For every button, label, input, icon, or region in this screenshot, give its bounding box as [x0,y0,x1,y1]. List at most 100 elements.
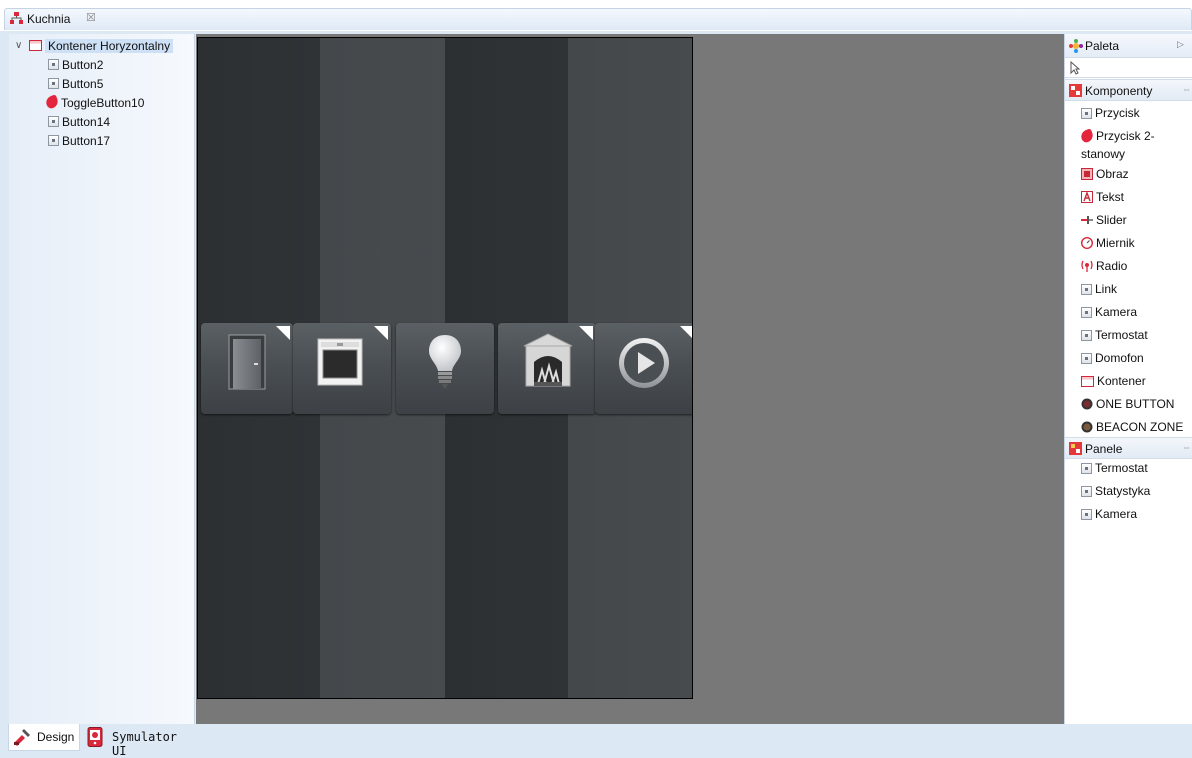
corner-indicator-icon [276,326,290,340]
collapse-arrow-icon[interactable]: ▷ [1177,39,1184,50]
button-icon [1081,108,1092,119]
button-icon [48,78,59,89]
palette-item-label: Radio [1096,259,1128,273]
beacon-icon [1081,398,1093,410]
lightbulb-icon [429,335,461,388]
drawer-toggle-icon[interactable]: ⇔ [1182,84,1191,94]
button-icon [1081,307,1092,318]
tree-item-label: Button14 [62,115,111,129]
palette-item-label: Link [1095,282,1118,296]
button-icon [1081,330,1092,341]
tree-item-togglebutton10[interactable]: ToggleButton10 [44,94,145,112]
palette-item-termostat[interactable]: Termostat [1081,326,1192,344]
palette-item-label: Statystyka [1095,484,1151,498]
tree-item-button2[interactable]: Button2 [48,56,103,74]
text-icon [1081,191,1093,203]
tree-item-button14[interactable]: Button14 [48,113,110,131]
beacon-icon [1081,421,1093,433]
toggle-button-icon [44,94,60,110]
tree-item-button5[interactable]: Button5 [48,75,103,93]
toggle-button-icon [1079,128,1095,144]
tree-item-label: Button2 [62,58,104,72]
device-screen[interactable] [197,37,693,699]
close-icon[interactable]: ☒ [86,11,96,24]
corner-indicator-icon [374,326,388,340]
chevron-down-icon[interactable]: ∨ [15,37,25,55]
image-icon [1081,168,1093,180]
drawer-toggle-icon[interactable]: ⇔ [1182,442,1191,452]
design-canvas[interactable] [196,34,1064,724]
palette-item-link[interactable]: Link [1081,280,1192,298]
tree-item-label: ToggleButton10 [61,96,145,110]
palette-selection-tool[interactable] [1065,58,1192,78]
palette-item-label: Slider [1096,213,1127,227]
palette-header: Paleta ▷ [1065,34,1192,58]
tree-item-label: Button5 [62,77,104,91]
palette-item-label: Kamera [1095,507,1138,521]
button-icon [1081,284,1092,295]
palette-item-beacon-zone[interactable]: BEACON ZONE [1081,418,1192,436]
tab-design[interactable]: Design [8,724,80,751]
palette-title: Paleta [1085,39,1120,53]
tab-label: Symulator UI [112,730,178,758]
tree-item-label: Button17 [62,134,111,148]
palette-item-label: Obraz [1096,167,1129,181]
tile-button14[interactable] [498,323,596,414]
oven-icon [317,338,363,386]
gauge-icon [1081,237,1093,249]
palette-icon [1069,39,1083,53]
palette-item-obraz[interactable]: Obraz [1081,165,1192,183]
tab-label: Design [37,730,75,744]
palette-item-label: Tekst [1096,190,1125,204]
tile-button2[interactable] [201,323,293,414]
container-icon [1081,376,1094,387]
palette-item-miernik[interactable]: Miernik [1081,234,1192,252]
drawer-panele[interactable]: Panele ⇔ [1065,437,1192,459]
palette-item-kamera[interactable]: Kamera [1081,303,1192,321]
drawer-label: Komponenty [1085,84,1153,98]
slider-icon [1081,216,1093,224]
palette-item-one-button[interactable]: ONE BUTTON [1081,395,1192,413]
components-icon [1069,84,1082,97]
palette-item-label: Termostat [1095,328,1148,342]
editor-tab-kuchnia[interactable]: Kuchnia ☒ [4,8,1192,30]
button-icon [1081,486,1092,497]
tile-button17[interactable] [595,323,692,414]
editor-tab-bar: Kuchnia ☒ [0,0,1192,31]
pointer-icon [1070,61,1080,75]
door-icon [228,334,266,390]
palette-item-label: Kontener [1097,374,1146,388]
palette-item-panel-kamera[interactable]: Kamera [1081,505,1192,523]
palette-item-label: Domofon [1095,351,1144,365]
palette-item-przycisk-2-stanowy[interactable]: Przycisk 2-stanowy [1079,127,1181,163]
palette-item-przycisk[interactable]: Przycisk [1081,104,1192,122]
play-icon [619,338,669,388]
palette-item-label: BEACON ZONE [1096,420,1184,434]
tree-item-label: Kontener Horyzontalny [45,39,174,53]
corner-indicator-icon [680,326,692,340]
container-icon [29,40,42,51]
drawer-komponenty[interactable]: Komponenty ⇔ [1065,79,1192,101]
button-icon [1081,463,1092,474]
tree-item-button17[interactable]: Button17 [48,132,110,150]
palette-item-panel-statystyka[interactable]: Statystyka [1081,482,1192,500]
palette-item-panel-termostat[interactable]: Termostat [1081,459,1192,477]
palette-item-slider[interactable]: Slider [1081,211,1192,229]
tile-button5[interactable] [293,323,391,414]
bottom-tab-bar: Design Symulator UI [0,724,1192,758]
tile-togglebutton10[interactable] [396,323,494,414]
button-icon [1081,353,1092,364]
palette-item-tekst[interactable]: Tekst [1081,188,1192,206]
palette-panel: Paleta ▷ Komponenty ⇔ Przycisk Przycisk … [1064,34,1192,724]
palette-item-radio[interactable]: Radio [1081,257,1192,275]
horizontal-container[interactable] [201,323,692,415]
button-icon [48,59,59,70]
hierarchy-icon [10,12,23,24]
design-icon [14,729,30,746]
corner-indicator-icon [579,326,593,340]
editor-tab-label: Kuchnia [27,12,71,26]
palette-item-domofon[interactable]: Domofon [1081,349,1192,367]
palette-item-label: Termostat [1095,461,1148,475]
tab-symulator-ui[interactable]: Symulator UI [84,724,184,758]
palette-item-kontener[interactable]: Kontener [1081,372,1192,390]
